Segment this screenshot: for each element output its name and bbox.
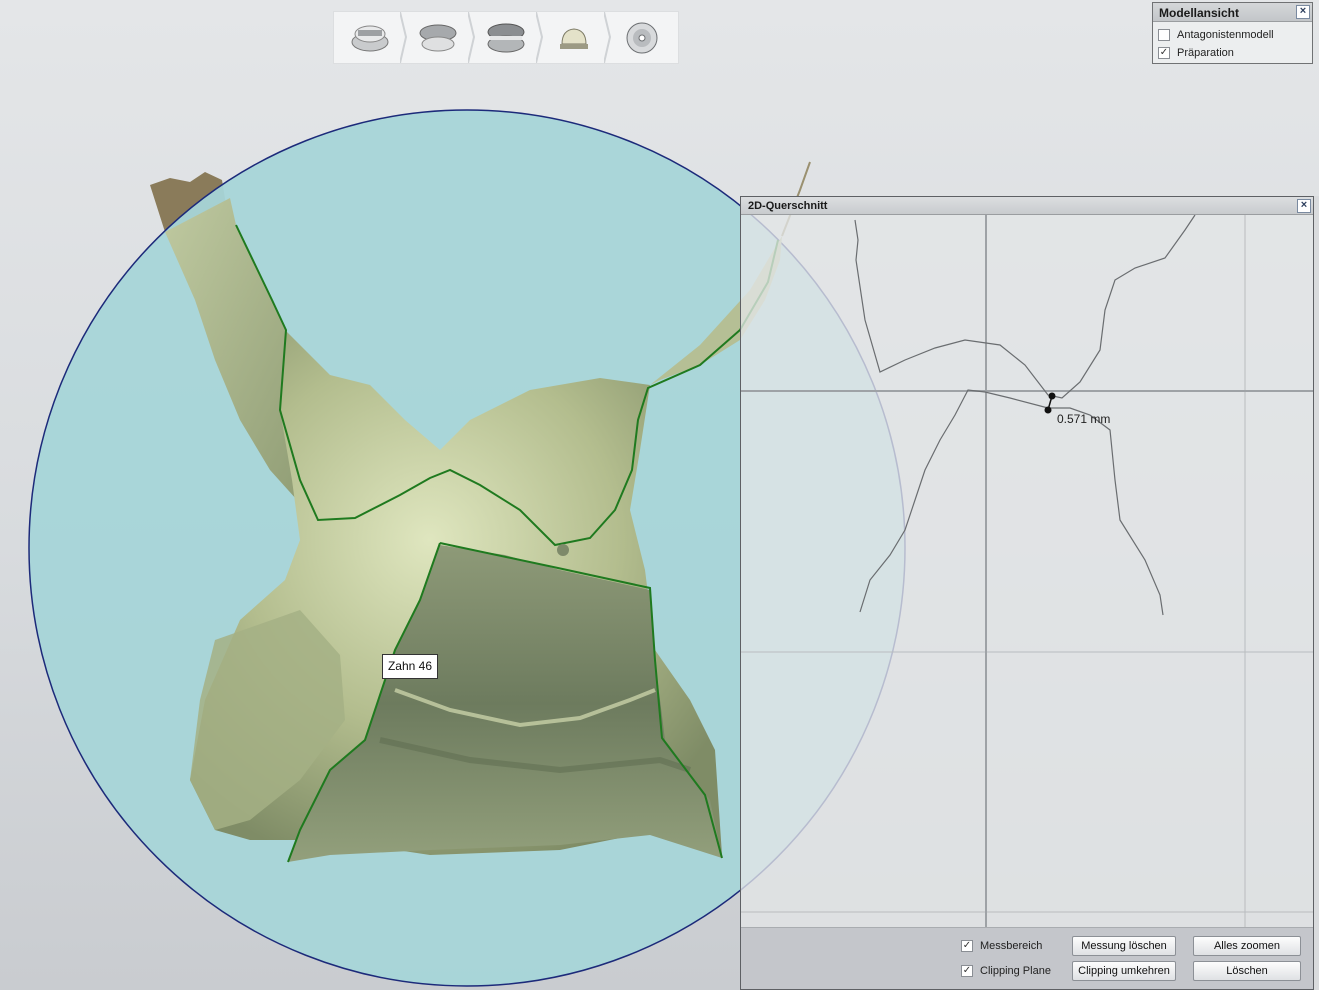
disc-export-icon <box>626 22 658 53</box>
crown-design-icon <box>560 27 588 49</box>
bite-scan-icon <box>487 23 525 52</box>
step-antagonist-scan[interactable] <box>404 12 472 63</box>
jaw-scan-icon <box>351 25 389 51</box>
contact-point <box>557 544 569 556</box>
preparation-label: Präparation <box>1177 47 1234 59</box>
clipping-plane-checkbox[interactable]: ✓ <box>961 965 973 977</box>
step-disc-export[interactable] <box>608 12 676 63</box>
zoom-all-button[interactable]: Alles zoomen <box>1193 936 1301 956</box>
step-separator <box>468 12 476 63</box>
antagonist-model-label: Antagonistenmodell <box>1177 29 1274 41</box>
clipping-plane-label: Clipping Plane <box>980 965 1051 977</box>
measure-range-label: Messbereich <box>980 940 1043 952</box>
option-antagonist-model[interactable]: Antagonistenmodell <box>1153 26 1312 44</box>
cross-section-close-button[interactable]: × <box>1297 199 1311 213</box>
option-measure-range[interactable]: ✓ Messbereich <box>961 940 1042 952</box>
step-jaw-scan[interactable] <box>336 12 404 63</box>
invert-clipping-button[interactable]: Clipping umkehren <box>1072 961 1176 981</box>
measure-range-checkbox[interactable]: ✓ <box>961 940 973 952</box>
model-view-title: Modellansicht <box>1159 6 1240 20</box>
delete-button[interactable]: Löschen <box>1193 961 1301 981</box>
workflow-toolbar <box>333 11 679 64</box>
antagonist-scan-icon <box>419 24 457 51</box>
model-view-panel: Modellansicht × Antagonistenmodell ✓ Prä… <box>1152 2 1313 64</box>
delete-measurement-button[interactable]: Messung löschen <box>1072 936 1176 956</box>
model-view-header: Modellansicht × <box>1153 3 1312 22</box>
step-separator <box>536 12 544 63</box>
cross-section-panel: 2D-Querschnitt × ✓ Messbereich ✓ Clippin… <box>740 196 1314 990</box>
step-separator <box>604 12 612 63</box>
model-view-close-button[interactable]: × <box>1296 5 1310 19</box>
preparation-checkbox[interactable]: ✓ <box>1158 47 1170 59</box>
cross-section-controls: ✓ Messbereich ✓ Clipping Plane Messung l… <box>741 927 1313 989</box>
tooth-label: Zahn 46 <box>382 654 438 679</box>
step-bite-scan[interactable] <box>472 12 540 63</box>
option-clipping-plane[interactable]: ✓ Clipping Plane <box>961 965 1051 977</box>
cross-section-title: 2D-Querschnitt <box>748 200 828 212</box>
step-crown-design[interactable] <box>540 12 608 63</box>
option-preparation[interactable]: ✓ Präparation <box>1153 44 1312 62</box>
window-edge <box>1314 196 1319 990</box>
cross-section-header: 2D-Querschnitt × <box>741 197 1313 215</box>
step-separator <box>400 12 408 63</box>
antagonist-model-checkbox[interactable] <box>1158 29 1170 41</box>
